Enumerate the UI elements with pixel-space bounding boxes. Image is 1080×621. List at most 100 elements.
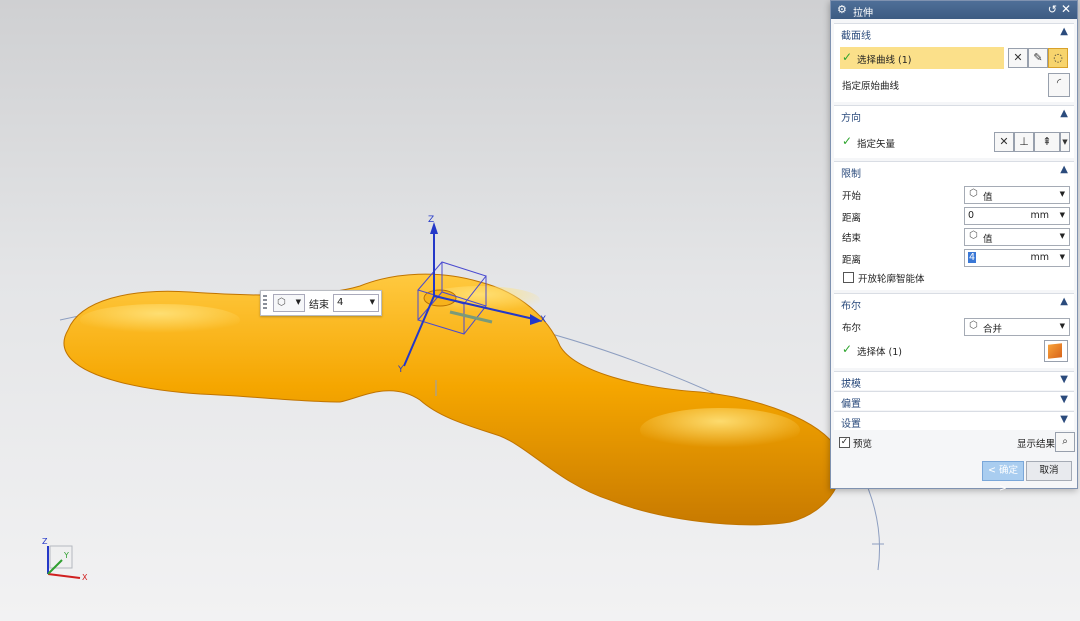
preview-label: 预览 [853,439,873,450]
boolean-group-header[interactable]: 布尔 ▲ [834,294,1074,312]
distance1-unit: mm [1030,210,1049,221]
offset-group-header[interactable]: 偏置 ▼ [834,392,1074,410]
select-body-row[interactable]: ✓ 选择体 (1) [834,340,1074,360]
magnifier-icon: ⌕ [1062,436,1068,447]
vector-dropdown-arrow[interactable]: ▼ [1060,132,1070,152]
reverse-direction-button[interactable]: ✕ [994,132,1014,152]
chevron-down-icon: ▼ [1060,374,1068,385]
chevron-down-icon: ▼ [1060,414,1068,425]
settings-group-header[interactable]: 设置 ▼ [834,412,1074,430]
chevron-up-icon: ▲ [1060,296,1068,307]
distance1-input[interactable]: 0 mm ▼ [964,207,1070,225]
direction-group: 方向 ▲ ✓ 指定矢量 ✕ ⊥ ⇞ ▼ [834,105,1074,158]
limits-group-title: 限制 [841,169,861,180]
direction-group-header[interactable]: 方向 ▲ [834,106,1074,124]
offset-group[interactable]: 偏置 ▼ [834,391,1074,410]
drag-grip-icon[interactable] [263,295,267,311]
cancel-button[interactable]: 取消 [1026,461,1072,481]
check-icon: ✓ [842,134,853,148]
dropdown-arrow-icon: ▼ [1059,211,1065,219]
sketch-section-button[interactable]: ✎ [1028,48,1048,68]
limits-group-header[interactable]: 限制 ▲ [834,162,1074,180]
chevron-down-icon: ▼ [1060,394,1068,405]
distance2-input[interactable]: 4 mm ▼ [964,249,1070,267]
triad-y-label: Y [63,551,69,560]
check-icon: ✓ [842,50,853,64]
vector-icon: ⊥ [1019,135,1029,148]
chevron-up-icon: ▲ [1060,108,1068,119]
vector-dialog-button[interactable]: ⊥ [1014,132,1034,152]
chevron-up-icon: ▲ [1060,26,1068,37]
solid-body-icon [1048,343,1062,359]
onscreen-input-box[interactable]: ⬡ ▼ 结束 4 ▼ [260,290,382,316]
distance2-unit: mm [1030,252,1049,263]
dialog-title: 拉伸 [853,8,873,19]
cross-icon: ✕ [999,135,1009,148]
cube-icon: ⬡ [969,230,978,241]
cube-icon: ⬡ [969,188,978,199]
onscreen-end-value[interactable]: 4 ▼ [333,294,379,312]
reset-icon[interactable]: ↺ [1048,3,1057,16]
select-body-button[interactable] [1044,340,1068,362]
start-select[interactable]: ⬡ 值 ▼ [964,186,1070,204]
check-icon: ✓ [842,342,853,356]
distance2-label: 距离 [842,255,862,266]
csys-y-label: Y [397,365,404,375]
highlight [80,304,240,336]
csys-x-label: X [540,315,546,325]
view-triad: Z X Y [42,537,88,582]
show-result-button[interactable]: ⌕ [1055,432,1075,452]
boolean-group-title: 布尔 [841,301,861,312]
chevron-up-icon: ▲ [1060,164,1068,175]
limits-group: 限制 ▲ 开始 ⬡ 值 ▼ 距离 0 mm ▼ 结束 ⬡ 值 ▼ 距离 4 mm… [834,161,1074,290]
highlight [640,408,800,452]
start-select-value: 值 [983,192,993,203]
origin-curve-button[interactable]: ◜ [1048,73,1070,97]
distance2-value: 4 [968,252,977,263]
gear-icon[interactable]: ⚙ [837,3,847,16]
specify-origin-curve-row: 指定原始曲线 [834,74,1074,94]
preview-checkbox[interactable]: ✓ [839,437,850,448]
end-select[interactable]: ⬡ 值 ▼ [964,228,1070,246]
unite-icon: ⬡ [969,320,978,331]
specify-origin-curve-label: 指定原始曲线 [842,81,900,92]
ok-button[interactable]: < 确定 > [982,461,1024,494]
select-body-label: 选择体 (1) [857,347,902,358]
offset-group-title: 偏置 [841,399,861,410]
section-group-title: 截面线 [841,31,871,42]
end-select-value: 值 [983,234,993,245]
triad-x-label: X [82,573,88,582]
cross-icon: ✕ [1013,51,1023,64]
curve-select-button[interactable]: ◌ [1048,48,1068,68]
direction-group-title: 方向 [841,113,861,124]
settings-group[interactable]: 设置 ▼ [834,411,1074,430]
settings-group-title: 设置 [841,419,861,430]
triad-z-label: Z [42,537,48,546]
vector-type-dropdown[interactable]: ⇞ [1034,132,1060,152]
open-profile-checkbox[interactable] [843,272,854,283]
show-result-label: 显示结果 [1017,439,1056,450]
csys-z-label: Z [428,215,434,225]
select-curve-label: 选择曲线 (1) [857,55,912,66]
cube-icon: ⬡ [277,297,286,308]
draft-group[interactable]: 拔模 ▼ [834,371,1074,390]
boolean-label: 布尔 [842,323,862,334]
end-label: 结束 [842,233,862,244]
vector-icon: ⇞ [1042,135,1052,148]
dropdown-arrow-icon: ▼ [1059,253,1065,261]
dropdown-arrow-icon: ▼ [1059,190,1065,198]
section-group: 截面线 ▲ ✓ 选择曲线 (1) ✕ ✎ ◌ 指定原始曲线 ◜ [834,23,1074,102]
boolean-group: 布尔 ▲ 布尔 ⬡ 合并 ▼ ✓ 选择体 (1) [834,293,1074,368]
curve-rule-button[interactable]: ✕ [1008,48,1028,68]
boolean-select-value: 合并 [983,324,1003,335]
section-group-header[interactable]: 截面线 ▲ [834,24,1074,42]
distance1-value: 0 [968,210,975,221]
extrude-dialog: ⚙ 拉伸 ↺ ✕ 截面线 ▲ ✓ 选择曲线 (1) ✕ ✎ ◌ 指定原始曲线 ◜… [830,0,1078,494]
boolean-select[interactable]: ⬡ 合并 ▼ [964,318,1070,336]
draft-group-header[interactable]: 拔模 ▼ [834,372,1074,390]
close-icon[interactable]: ✕ [1061,2,1071,16]
dialog-titlebar[interactable]: ⚙ 拉伸 ↺ ✕ [831,1,1077,19]
dropdown-arrow-icon: ▼ [1059,232,1065,240]
start-label: 开始 [842,191,862,202]
limit-type-dropdown[interactable]: ⬡ ▼ [273,294,305,312]
